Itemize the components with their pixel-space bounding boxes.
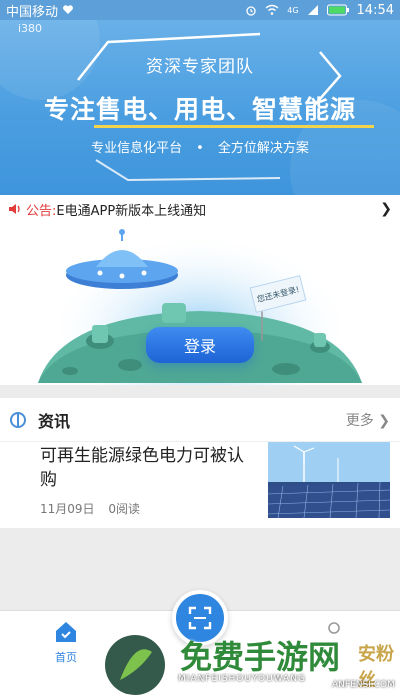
notice-bar[interactable]: 公告: E电通APP新版本上线通知 ❯ (0, 195, 400, 223)
news-header: 资讯 更多 ❯ (0, 398, 400, 442)
scan-button[interactable] (172, 590, 228, 646)
hero-headline: 专注售电、用电、智慧能源 (43, 95, 356, 124)
hero-sub-right: 全方位解决方案 (217, 141, 309, 156)
clock: 14:54 (356, 2, 394, 18)
tab-home-label: 首页 (55, 651, 77, 664)
user-icon (328, 622, 340, 634)
news-title: 资讯 (38, 411, 71, 431)
chevron-right-icon: ❯ (378, 412, 390, 429)
hero-banner[interactable]: i380 资深专家团队 专注售电、用电、智慧能源 专业信息化平台 • 全方位解决方案 (0, 20, 400, 195)
hero-subtitle: 专业信息化平台 • 全方位解决方案 (91, 141, 309, 156)
alarm-icon (246, 6, 256, 16)
signal-label: 4G (287, 5, 299, 15)
login-button[interactable]: 登录 (146, 327, 254, 363)
signal-icon (307, 5, 318, 15)
hero-underline (94, 125, 374, 128)
tab-home[interactable]: 首页 (36, 619, 96, 665)
home-icon (56, 622, 76, 642)
scan-icon (188, 606, 212, 630)
article-thumbnail[interactable] (268, 442, 390, 518)
tab-profile[interactable] (304, 619, 364, 649)
solar-wind-image (268, 442, 390, 518)
notice-label: 公告: (26, 203, 57, 219)
speaker-icon (9, 204, 20, 214)
hero-team: 资深专家团队 (146, 57, 254, 77)
globe-icon (10, 411, 26, 428)
article-title[interactable]: 可再生能源绿色电力可被认购 (40, 444, 260, 492)
article-meta: 11月09日 0阅读 (40, 500, 260, 517)
news-article[interactable]: 可再生能源绿色电力可被认购 11月09日 0阅读 (40, 444, 260, 517)
news-section: 资讯 更多 ❯ 可再生能源绿色电力可被认购 11月09日 0阅读 (0, 398, 400, 528)
notice-text[interactable]: E电通APP新版本上线通知 (56, 200, 380, 219)
wifi-icon (265, 4, 279, 15)
article-date: 11月09日 (40, 502, 95, 516)
more-link[interactable]: 更多 ❯ (346, 410, 390, 430)
more-label: 更多 (345, 412, 374, 429)
battery-icon (326, 4, 349, 16)
login-section: 您还未登录! 登录 (0, 223, 400, 385)
status-bar: 中国移动 4G 14:54 (0, 0, 400, 20)
chevron-right-icon[interactable]: ❯ (380, 201, 392, 217)
article-reads: 0阅读 (108, 502, 141, 516)
carrier-label: 中国移动 (6, 4, 59, 20)
heart-icon (63, 5, 73, 14)
hero-sub-left: 专业信息化平台 (91, 141, 183, 156)
brand-logo-text: i380 (18, 22, 43, 35)
